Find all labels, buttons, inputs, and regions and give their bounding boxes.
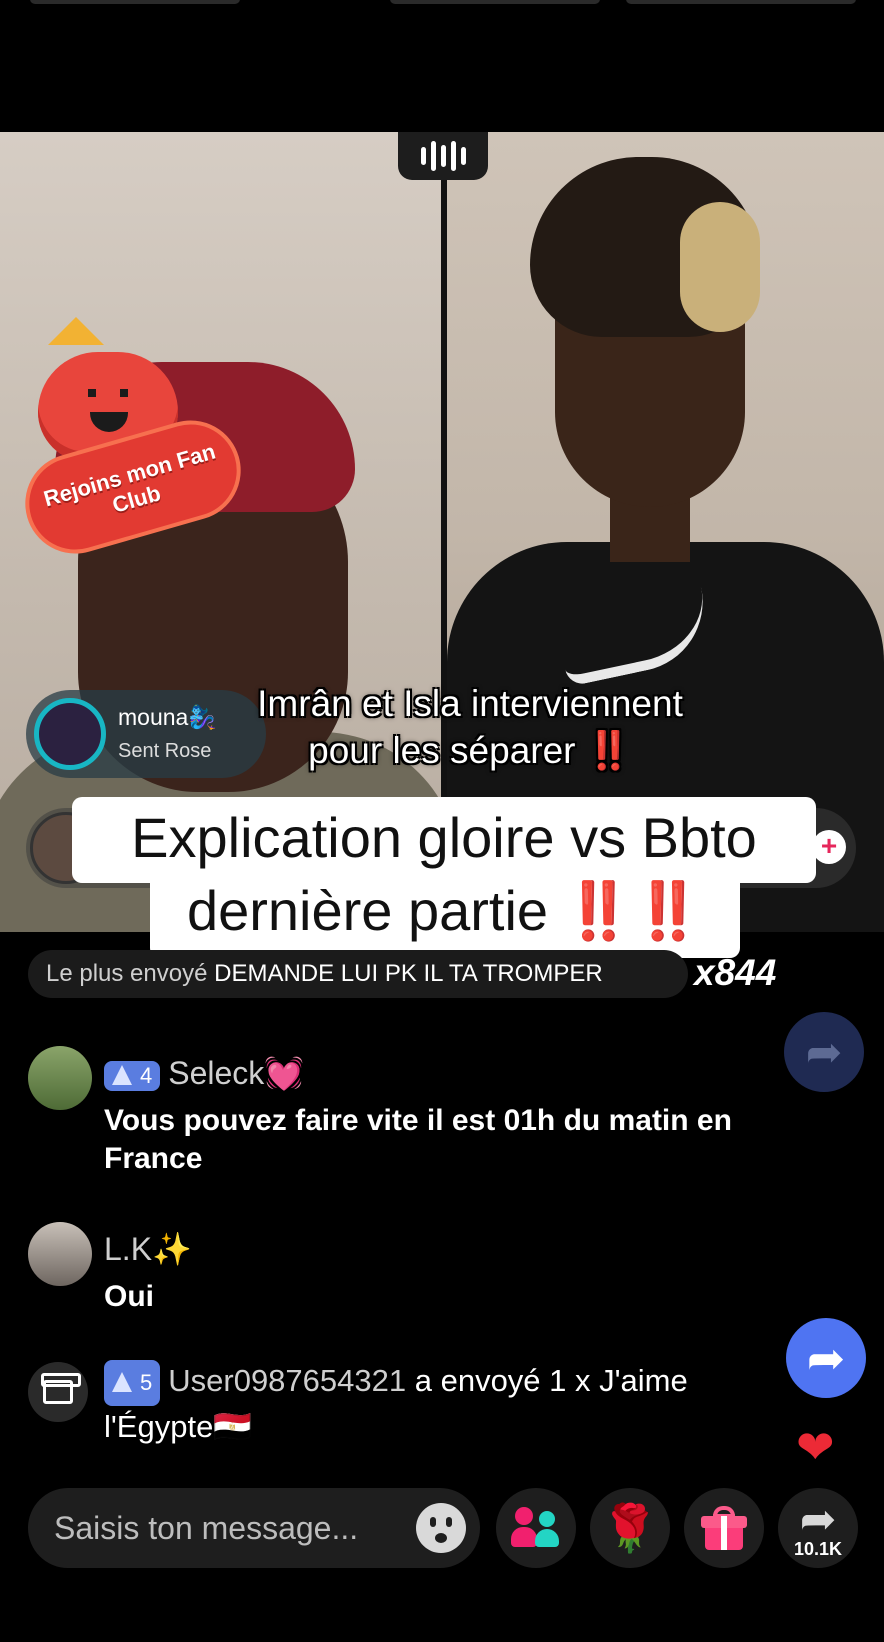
multi-guest-button[interactable] — [496, 1488, 576, 1568]
mascot-eyes — [88, 389, 128, 397]
video-caption: Imrân et Isla interviennent pour les sép… — [200, 680, 740, 774]
gift-event-username[interactable]: User0987654321 — [168, 1363, 406, 1398]
heart-icon[interactable]: ❤ — [796, 1424, 835, 1470]
fan-club-badge[interactable]: Rejoins mon Fan Club — [13, 317, 253, 566]
gift-action-text: Sent Rose — [118, 740, 212, 762]
caption-line-2: pour les séparer ‼️ — [200, 727, 740, 774]
avatar[interactable] — [28, 1222, 92, 1286]
share-count: 10.1K — [793, 1539, 843, 1559]
gift-multiplier: x844 — [694, 952, 777, 993]
video-title-line-2: dernière partie ‼️‼️ — [150, 878, 740, 944]
level-icon — [112, 1064, 132, 1085]
avatar[interactable] — [28, 1046, 92, 1110]
gift-event: 5 User0987654321 a envoyé 1 x J'aime l'Ég… — [104, 1360, 804, 1448]
caption-line-2-text: pour les séparer — [308, 730, 576, 771]
level-badge: 4 — [104, 1060, 161, 1091]
double-exclamation-icon: ‼️ — [585, 730, 632, 771]
follow-plus-button[interactable]: + — [812, 830, 846, 864]
message-input[interactable] — [54, 1504, 394, 1552]
right-person-hair-highlight — [680, 202, 760, 332]
caption-line-1: Imrân et Isla interviennent — [257, 683, 683, 724]
share-icon[interactable]: ➦ — [784, 1012, 864, 1092]
double-exclamation-icon: ‼️‼️ — [563, 879, 704, 942]
avatar[interactable] — [34, 698, 106, 770]
rose-gift-button[interactable]: 🌹 — [590, 1488, 670, 1568]
share-arrow-icon: ➦ — [799, 1495, 837, 1544]
most-sent-label: Le plus envoyé — [46, 960, 208, 987]
audio-waveform-icon[interactable] — [398, 132, 488, 180]
level-icon — [112, 1372, 132, 1392]
crown-icon — [48, 317, 104, 345]
gift-box-icon — [701, 1506, 747, 1550]
video-title-text: dernière partie — [186, 879, 549, 942]
chat-username[interactable]: Seleck💓 — [168, 1055, 304, 1091]
level-number: 4 — [140, 1062, 153, 1088]
people-icon — [511, 1507, 561, 1549]
share-icon[interactable]: ➦ — [786, 1318, 866, 1398]
most-sent-bar: Le plus envoyé DEMANDE LUI PK IL TA TROM… — [28, 950, 688, 998]
chat-username[interactable]: L.K✨ — [104, 1230, 192, 1268]
video-title-line-1: Explication gloire vs Bbto — [131, 806, 757, 869]
status-fragment — [626, 0, 856, 4]
status-fragment — [30, 0, 240, 4]
most-sent-value: DEMANDE LUI PK IL TA TROMPER — [214, 960, 603, 987]
status-fragment — [390, 0, 600, 4]
message-input-container[interactable] — [28, 1488, 480, 1568]
level-number: 5 — [140, 1370, 153, 1395]
emoji-icon[interactable] — [416, 1503, 466, 1553]
chat-message: Oui — [104, 1280, 154, 1313]
gift-button[interactable] — [684, 1488, 764, 1568]
share-button[interactable]: ➦ 10.1K — [778, 1488, 858, 1568]
gift-icon — [28, 1362, 88, 1422]
rose-icon: 🌹 — [601, 1501, 659, 1554]
chat-username-row: 4 Seleck💓 — [104, 1054, 304, 1092]
level-badge: 5 — [104, 1360, 161, 1406]
chat-message: Vous pouvez faire vite il est 01h du mat… — [104, 1104, 732, 1175]
